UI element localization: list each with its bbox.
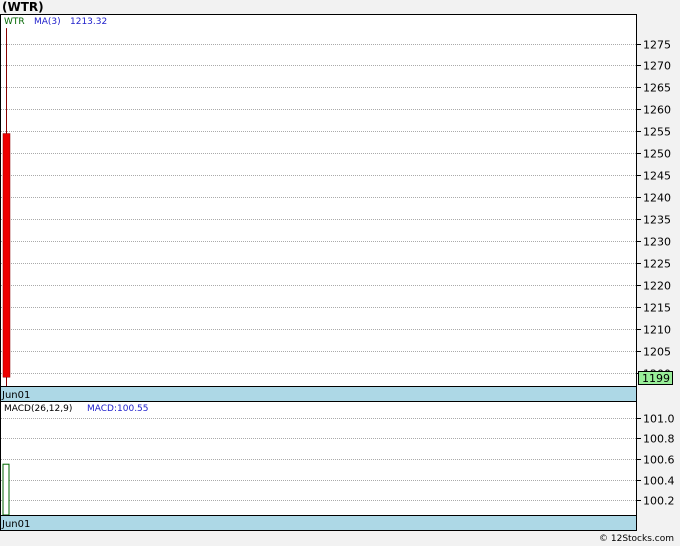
price-date-band bbox=[0, 386, 637, 402]
macd-tick-label: 101.0 bbox=[643, 413, 675, 426]
price-axis: 1200120512101215122012251230123512401245… bbox=[637, 39, 671, 381]
price-tick-label: 1240 bbox=[643, 192, 671, 205]
price-tick-label: 1265 bbox=[643, 82, 671, 95]
price-tick-label: 1260 bbox=[643, 104, 671, 117]
macd-bar bbox=[2, 463, 10, 516]
price-legend-symbol: WTR bbox=[4, 17, 25, 27]
macd-axis: 100.2 100.4 100.6 100.8 101.0 bbox=[637, 413, 675, 508]
macd-tick-label: 100.4 bbox=[643, 475, 675, 488]
price-tick-label: 1250 bbox=[643, 148, 671, 161]
last-price-label: 1199 bbox=[642, 372, 670, 385]
price-tick-label: 1215 bbox=[643, 302, 671, 315]
price-legend-ma-value: 1213.32 bbox=[70, 17, 107, 27]
price-tick-label: 1205 bbox=[643, 346, 671, 359]
price-tick-label: 1255 bbox=[643, 126, 671, 139]
macd-tick-label: 100.2 bbox=[643, 495, 675, 508]
price-legend-ma-label: MA(3) bbox=[34, 17, 61, 27]
macd-tick-label: 100.8 bbox=[643, 433, 675, 446]
price-tick-label: 1210 bbox=[643, 324, 671, 337]
macd-legend-value: MACD:100.55 bbox=[87, 404, 149, 414]
macd-date-label: Jun01 bbox=[1, 519, 30, 530]
price-panel bbox=[0, 14, 637, 387]
macd-date-band bbox=[0, 515, 637, 531]
price-tick-label: 1235 bbox=[643, 214, 671, 227]
macd-bars bbox=[2, 463, 10, 516]
price-tick-label: 1270 bbox=[643, 60, 671, 73]
price-tick-label: 1230 bbox=[643, 236, 671, 249]
copyright-text: © 12Stocks.com bbox=[599, 534, 674, 544]
price-tick-label: 1245 bbox=[643, 170, 671, 183]
price-tick-label: 1220 bbox=[643, 280, 671, 293]
price-tick-label: 1225 bbox=[643, 258, 671, 271]
price-tick-label: 1275 bbox=[643, 39, 671, 52]
price-date-label: Jun01 bbox=[1, 390, 30, 401]
candle-body bbox=[2, 133, 11, 378]
chart-canvas: 1200120512101215122012251230123512401245… bbox=[0, 14, 675, 531]
macd-tick-label: 100.6 bbox=[643, 454, 675, 467]
macd-legend-label: MACD(26,12,9) bbox=[4, 404, 72, 414]
